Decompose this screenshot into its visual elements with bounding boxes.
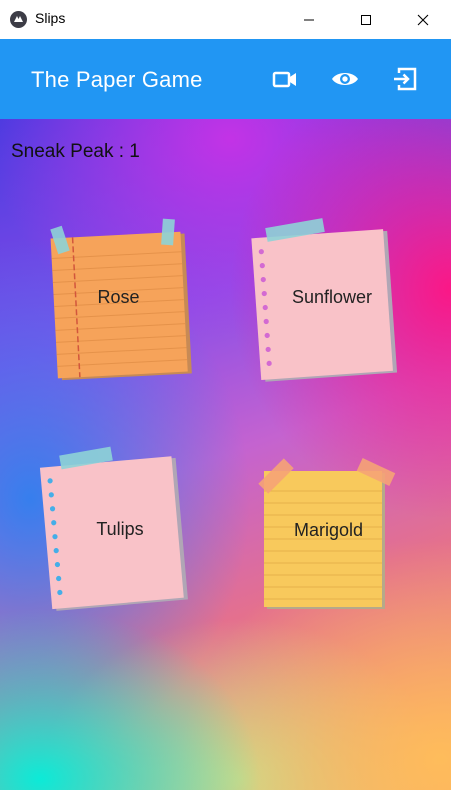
maximize-button[interactable] (337, 0, 394, 39)
sneak-peek-button[interactable] (330, 64, 360, 94)
window-titlebar: Slips (0, 0, 451, 40)
exit-button[interactable] (390, 64, 420, 94)
app-toolbar: The Paper Game (0, 39, 451, 119)
slip-label: Sunflower (291, 287, 373, 307)
sneak-peek-counter: Sneak Peak : 1 (11, 141, 140, 162)
slip-rose[interactable]: Rose (40, 217, 200, 387)
close-button[interactable] (394, 0, 451, 39)
game-board: Sneak Peak : 1 Rose Sunflower Tulips Mar… (0, 119, 451, 790)
kivy-logo-icon (10, 11, 27, 28)
maximize-icon (360, 14, 371, 25)
video-camera-icon (272, 71, 296, 88)
minimize-button[interactable] (280, 0, 337, 39)
slip-label: Marigold (293, 520, 364, 540)
slip-tulips[interactable]: Tulips (39, 446, 200, 619)
slip-label: Tulips (96, 519, 144, 539)
video-button[interactable] (270, 64, 300, 94)
app-title: The Paper Game (31, 67, 203, 92)
slip-marigold[interactable]: Marigold (250, 458, 410, 619)
minimize-icon (303, 19, 314, 20)
slip-label: Rose (97, 287, 140, 307)
window-title: Slips (35, 10, 66, 26)
eye-icon (332, 73, 358, 85)
exit-icon (394, 67, 417, 91)
slip-sunflower[interactable]: Sunflower (250, 217, 410, 387)
close-icon (417, 14, 428, 25)
